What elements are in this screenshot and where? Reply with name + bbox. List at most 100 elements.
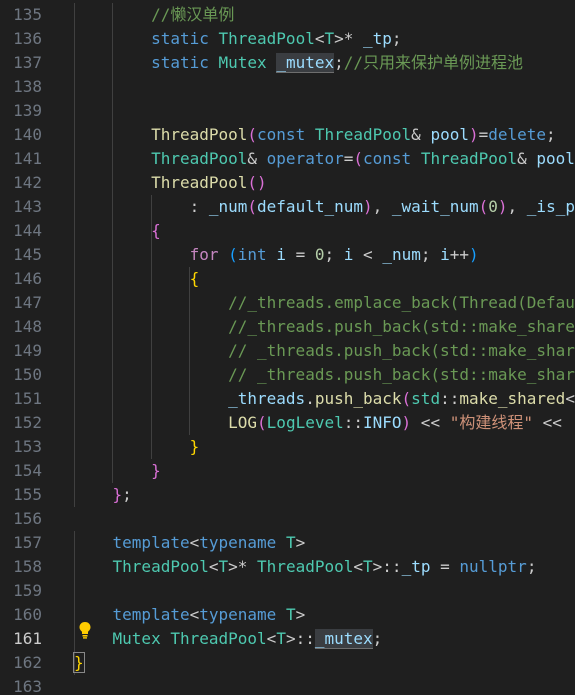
line-number: 158 [13,557,42,576]
code-line[interactable]: 163 [0,675,575,695]
code-token: ThreadPool [218,29,315,48]
line-code: { [74,267,200,291]
code-line[interactable]: 147 //_threads.emplace_back(Thread(Defau [0,291,575,315]
code-token: delete [488,125,547,144]
code-token: { [189,269,200,288]
line-code: // _threads.push_back(std::make_shar [74,339,575,363]
line-number: 147 [13,293,42,312]
code-token: make_shared [459,389,566,408]
code-token: ; [420,245,441,264]
code-token: { [151,221,161,240]
code-line[interactable]: 148 //_threads.push_back(std::make_share [0,315,575,339]
code-token: pool [430,125,469,144]
code-line[interactable]: 150 // _threads.push_back(std::make_shar [0,363,575,387]
code-token: ( [247,125,258,144]
code-token: typename [199,533,277,552]
code-line[interactable]: 135 //懒汉单例 [0,3,575,27]
code-token: INFO [363,413,402,432]
code-token: } [73,652,85,673]
code-line[interactable]: 144 { [0,219,575,243]
code-token: _tp [363,29,392,48]
line-code: } [74,435,200,459]
code-token: T [363,557,373,576]
code-token: ; [526,557,537,576]
code-token: T [324,29,335,48]
code-line[interactable]: 137 static Mutex _mutex;//只用来保护单例进程池 [0,51,575,75]
code-line[interactable]: 151 _threads.push_back(std::make_shared< [0,387,575,411]
line-code: static ThreadPool<T>* _tp; [74,27,402,51]
code-token: _tp [401,557,431,576]
code-token: 0 [314,245,325,264]
code-token: < [189,533,200,552]
code-token: // _threads.push_back(std::make_shar [228,341,575,360]
code-line[interactable]: 152 LOG(LogLevel::INFO) << "构建线程" << [0,411,575,435]
code-line[interactable]: 145 for (int i = 0; i < _num; i++) [0,243,575,267]
code-line[interactable]: 157 template<typename T> [0,531,575,555]
code-line[interactable]: 139 [0,99,575,123]
code-line[interactable]: 154 } [0,459,575,483]
code-token: i [440,245,450,264]
line-number: 152 [13,413,42,432]
code-token: static [151,29,209,48]
code-token: int [237,245,267,264]
line-code: : _num(default_num), _wait_num(0), _is_p [74,195,575,219]
code-line[interactable]: 143 : _num(default_num), _wait_num(0), _… [0,195,575,219]
code-token: :: [440,389,460,408]
code-line[interactable]: 142 ThreadPool() [0,171,575,195]
code-token: = [285,245,315,264]
line-number: 159 [13,581,42,600]
line-code: // _threads.push_back(std::make_shar [74,363,575,387]
code-line[interactable]: 158 ThreadPool<T>* ThreadPool<T>::_tp = … [0,555,575,579]
line-number: 146 [13,269,42,288]
line-code: }; [74,483,132,507]
code-line[interactable]: 156 [0,507,575,531]
code-token: , [507,197,527,216]
line-number: 144 [13,221,42,240]
line-code: template<typename T> [74,603,306,627]
line-number: 139 [13,101,42,120]
code-line[interactable]: 162} [0,651,575,675]
code-line[interactable]: 140 ThreadPool(const ThreadPool& pool)=d… [0,123,575,147]
code-token: ThreadPool [151,149,248,168]
code-line[interactable]: 138 [0,75,575,99]
line-code: _threads.push_back(std::make_shared< [74,387,575,411]
code-line[interactable]: 149 // _threads.push_back(std::make_shar [0,339,575,363]
code-token: typename [199,605,277,624]
code-line[interactable]: 153 } [0,435,575,459]
code-token: i [276,245,286,264]
lightbulb-icon[interactable] [78,621,92,639]
code-token: >* [228,557,258,576]
code-line[interactable]: 141 ThreadPool& operator=(const ThreadPo… [0,147,575,171]
code-line[interactable]: 136 static ThreadPool<T>* _tp; [0,27,575,51]
code-line[interactable]: 155 }; [0,483,575,507]
code-token: static [151,53,209,72]
code-token: _wait_num [391,197,479,216]
code-token: _threads [228,389,306,408]
code-line[interactable]: 146 { [0,267,575,291]
code-token: () [247,173,267,192]
line-code: //_threads.emplace_back(Thread(Defau [74,291,575,315]
line-code: ThreadPool() [74,171,267,195]
line-number: 156 [13,509,42,528]
line-number: 161 [13,629,42,648]
code-line[interactable]: 159 [0,579,575,603]
code-token: : [189,197,209,216]
code-token: < [208,557,219,576]
code-editor[interactable]: 135 //懒汉单例 136 static ThreadPool<T>* _tp;… [0,0,575,695]
code-token: LOG [228,413,258,432]
line-number: 141 [13,149,42,168]
code-token: ( [401,389,412,408]
line-code: //懒汉单例 [74,3,234,27]
code-token: _is_p [526,197,575,216]
